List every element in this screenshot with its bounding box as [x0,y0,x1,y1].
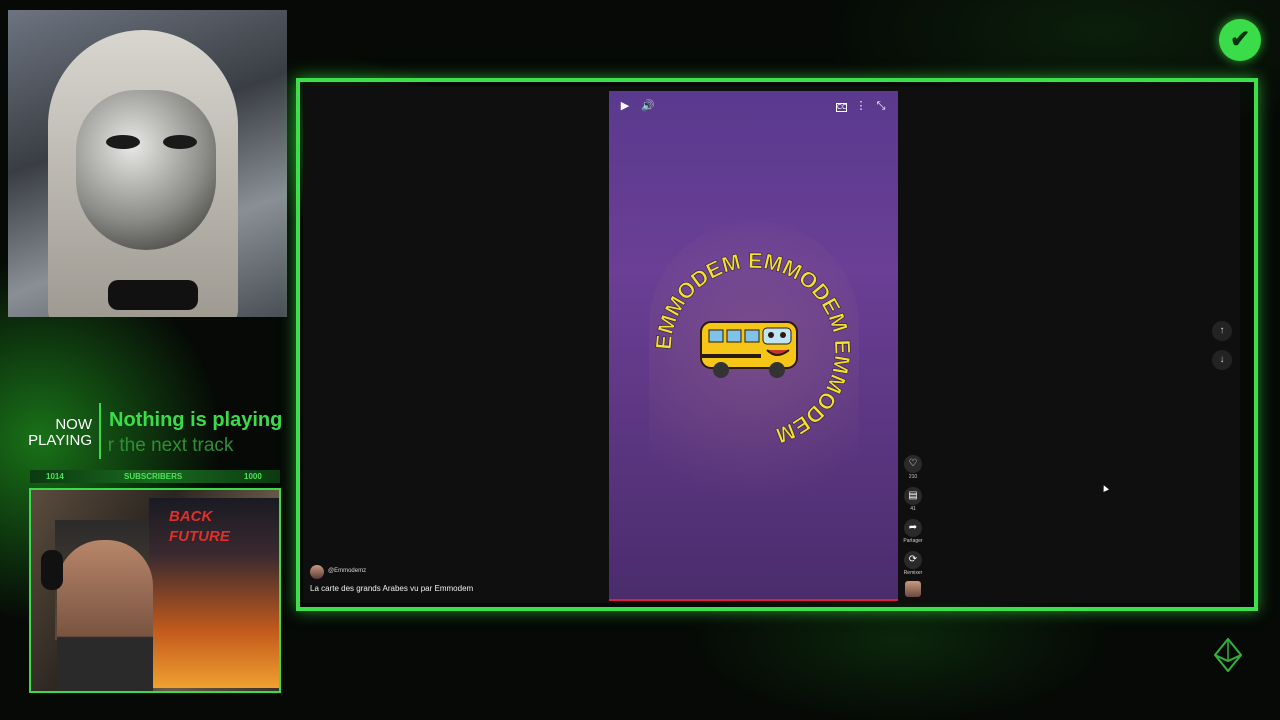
subscriber-count: 1014 [46,472,64,481]
share-icon[interactable]: ➦ [904,519,922,537]
share-action[interactable]: ➦ Partager [902,519,924,545]
remix-icon[interactable]: ⟳ [904,551,922,569]
channel-avatar[interactable] [310,565,324,579]
emmodem-logo: EMMODEM EMMODEM EMMODEM [653,250,853,449]
comment-action[interactable]: ▤ 41 [902,487,924,513]
collar [108,280,198,310]
school-bus-icon [700,321,798,378]
remix-label: Remixer [903,570,923,576]
subscriber-goal-bar: 1014 SUBSCRIBERS 1000 [30,470,280,483]
play-button[interactable]: ▶ [617,99,633,115]
collapse-button[interactable]: ⤡ [873,99,889,115]
more-options-button[interactable]: ⋮ [853,99,869,115]
heart-icon[interactable]: ♡ [904,455,922,473]
subscriber-goal: 1000 [244,472,262,481]
streamer [57,540,153,691]
like-count: 210 [908,474,918,480]
headset [41,550,63,590]
now-label: NOW [55,416,92,433]
playing-label: PLAYING [28,432,92,449]
subscriber-label: SUBSCRIBERS [124,472,183,481]
silver-mask [76,90,216,250]
channel-name[interactable]: @Emmodemz [328,568,366,574]
poster-title-1: BACK [169,508,213,525]
captions-button[interactable]: CC [836,103,847,112]
share-label: Partager [903,538,923,544]
check-icon: ✔ [1219,19,1261,61]
track-subtitle-marquee: Waiting for the next track [109,435,296,461]
like-action[interactable]: ♡ 210 [902,455,924,481]
volume-button[interactable]: 🔊 [640,99,656,115]
track-subtitle: Waiting for the next track [109,435,234,456]
poster-title-2: FUTURE [169,528,230,545]
comment-count: 41 [910,506,916,512]
poster-back-to-the-future: BACK FUTURE [149,498,279,688]
track-title: Nothing is playing [109,409,283,431]
mask-eye-left [106,135,140,149]
comment-icon[interactable]: ▤ [904,487,922,505]
remix-action[interactable]: ⟳ Remixer [902,551,924,577]
webcam-top [8,10,287,317]
video-progress-bar[interactable] [609,599,898,601]
next-video-button[interactable]: ↓ [1212,350,1232,370]
now-playing-label: NOW PLAYING [22,417,92,449]
previous-video-button[interactable]: ↑ [1212,321,1232,341]
mask-eye-right [163,135,197,149]
sound-avatar[interactable] [905,581,921,597]
now-playing-divider [99,403,101,459]
diamond-logo-icon [1213,638,1243,672]
video-title: La carte des grands Arabes vu par Emmode… [310,584,474,593]
webcam-bottom: BACK FUTURE [29,488,281,693]
